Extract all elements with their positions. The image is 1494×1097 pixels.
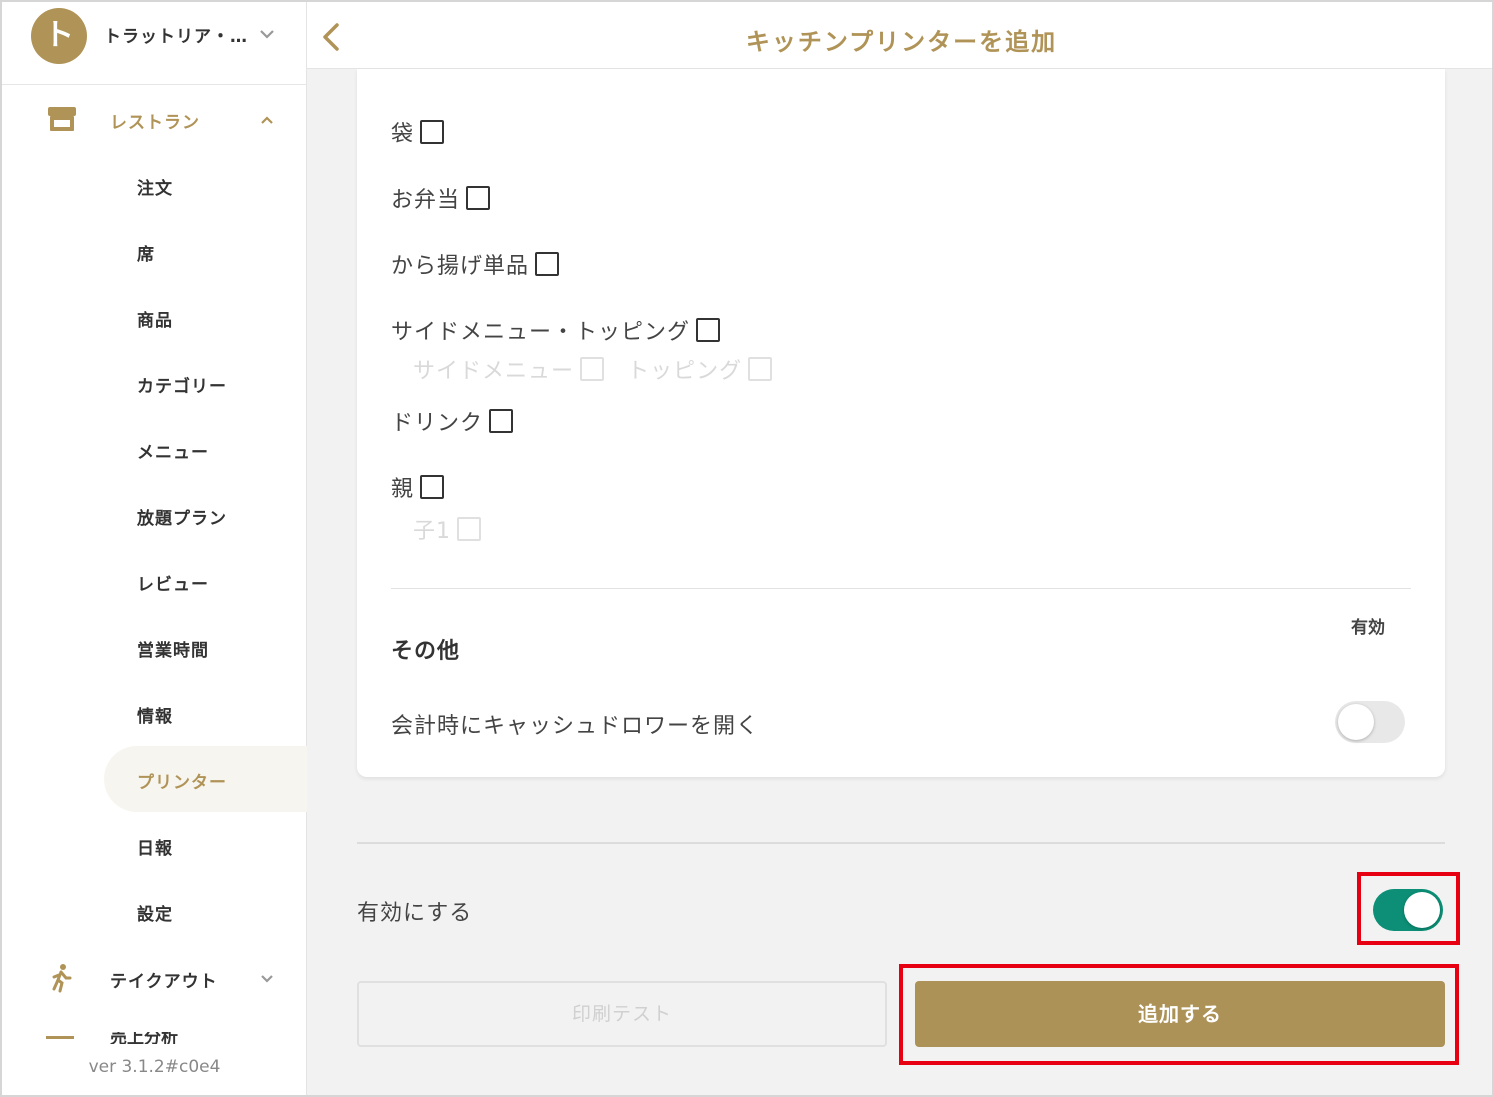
category-label: ドリンク [391,411,484,436]
sidebar-item-label: メニュー [137,443,209,463]
sidebar-item-label: 日報 [137,839,173,859]
sidebar-item-info[interactable]: 情報 [104,680,307,746]
category-row: 袋 [391,116,445,150]
sidebar-item-seats[interactable]: 席 [104,218,307,284]
sidebar-item-printer[interactable]: プリンター [104,746,307,812]
divider [357,842,1445,844]
sidebar-section-restaurant[interactable]: レストラン [2,90,307,150]
category-row: 親 [391,471,445,505]
sidebar-item-label: 放題プラン [137,509,227,529]
subcategory-label: トッピング [627,359,743,384]
subcategory-label: サイドメニュー [413,359,575,384]
subcategory-group: サイドメニュー トッピング [413,353,790,387]
sidebar-item-reviews[interactable]: レビュー [104,548,307,614]
sidebar-item-label: カテゴリー [137,377,227,397]
analytics-icon [46,1036,74,1044]
category-checkbox[interactable] [696,318,721,342]
printer-form-card: 袋 お弁当 から揚げ単品 サイドメニュー・トッピング サイドメニュー トッピング… [357,69,1445,777]
sidebar-item-daily-report[interactable]: 日報 [104,812,307,878]
sidebar-item-orders[interactable]: 注文 [104,152,307,218]
sidebar-item-label: 設定 [137,905,173,925]
open-cash-drawer-label: 会計時にキャッシュドロワーを開く [391,714,760,739]
sidebar-item-label: レビュー [137,575,209,595]
sidebar-section-label: 売上分析 [110,1032,178,1044]
walking-person-icon [52,964,72,993]
store-avatar: ト [31,8,87,64]
subcategory-checkbox[interactable] [748,357,773,381]
sidebar-item-label: 注文 [137,179,173,199]
chevron-down-icon [260,30,274,39]
sidebar-item-label: 情報 [137,707,173,727]
category-checkbox[interactable] [535,252,560,276]
toggle-knob [1338,704,1374,740]
sidebar-item-business-hours[interactable]: 営業時間 [104,614,307,680]
enabled-column-header: 有効 [1351,618,1385,638]
print-test-button[interactable]: 印刷テスト [357,981,887,1047]
category-row: ドリンク [391,405,514,439]
subcategory-label: 子1 [413,519,451,544]
top-bar: キッチンプリンターを追加 [307,2,1492,69]
category-label: お弁当 [391,188,461,213]
sidebar-item-label: 商品 [137,311,173,331]
sidebar-item-menu[interactable]: メニュー [104,416,307,482]
main-content: キッチンプリンターを追加 袋 お弁当 から揚げ単品 サイドメニュー・トッピング … [307,2,1492,1095]
category-row: サイドメニュー・トッピング [391,314,721,348]
sidebar-section-takeout[interactable]: テイクアウト [2,949,307,1009]
chevron-down-icon [261,975,273,983]
app-window: ト トラットリア・… レストラン 注文 席 商品 カテゴリー メニュー 放題プラ… [0,0,1494,1097]
category-row: お弁当 [391,182,491,216]
enable-label: 有効にする [357,901,473,926]
sidebar-item-categories[interactable]: カテゴリー [104,350,307,416]
app-version: ver 3.1.2#c0e4 [88,1057,221,1077]
divider [391,588,1411,589]
sidebar-item-label: 席 [137,245,155,265]
sidebar: ト トラットリア・… レストラン 注文 席 商品 カテゴリー メニュー 放題プラ… [2,2,307,1095]
category-checkbox[interactable] [466,186,491,210]
category-checkbox[interactable] [489,409,514,433]
open-cash-drawer-toggle[interactable] [1335,701,1405,743]
sidebar-section-label: レストラン [110,113,200,133]
category-checkbox[interactable] [420,475,445,499]
page-title: キッチンプリンターを追加 [745,28,1058,56]
highlight-box-add-button [899,964,1459,1065]
store-icon [48,107,76,131]
category-label: から揚げ単品 [391,254,530,279]
store-switcher[interactable]: ト トラットリア・… [2,2,307,85]
sidebar-item-products[interactable]: 商品 [104,284,307,350]
subcategory-checkbox[interactable] [457,517,481,541]
other-section-heading: その他 [391,639,461,664]
sidebar-section-label: テイクアウト [110,972,218,992]
sidebar-item-label: 営業時間 [137,641,209,661]
highlight-box-enable-toggle [1357,872,1460,945]
category-checkbox[interactable] [420,120,445,144]
sidebar-section-analytics[interactable]: 売上分析 [42,1032,182,1044]
subcategory-checkbox[interactable] [580,357,605,381]
sidebar-item-all-you-can-plans[interactable]: 放題プラン [104,482,307,548]
store-name: トラットリア・… [104,27,248,47]
chevron-up-icon [261,116,273,124]
category-label: サイドメニュー・トッピング [391,320,691,345]
sidebar-item-label: プリンター [137,773,227,793]
subcategory-group: 子1 [413,513,499,547]
category-label: 親 [391,477,415,502]
sidebar-item-settings[interactable]: 設定 [104,878,307,944]
category-label: 袋 [391,122,415,147]
category-row: から揚げ単品 [391,248,560,282]
